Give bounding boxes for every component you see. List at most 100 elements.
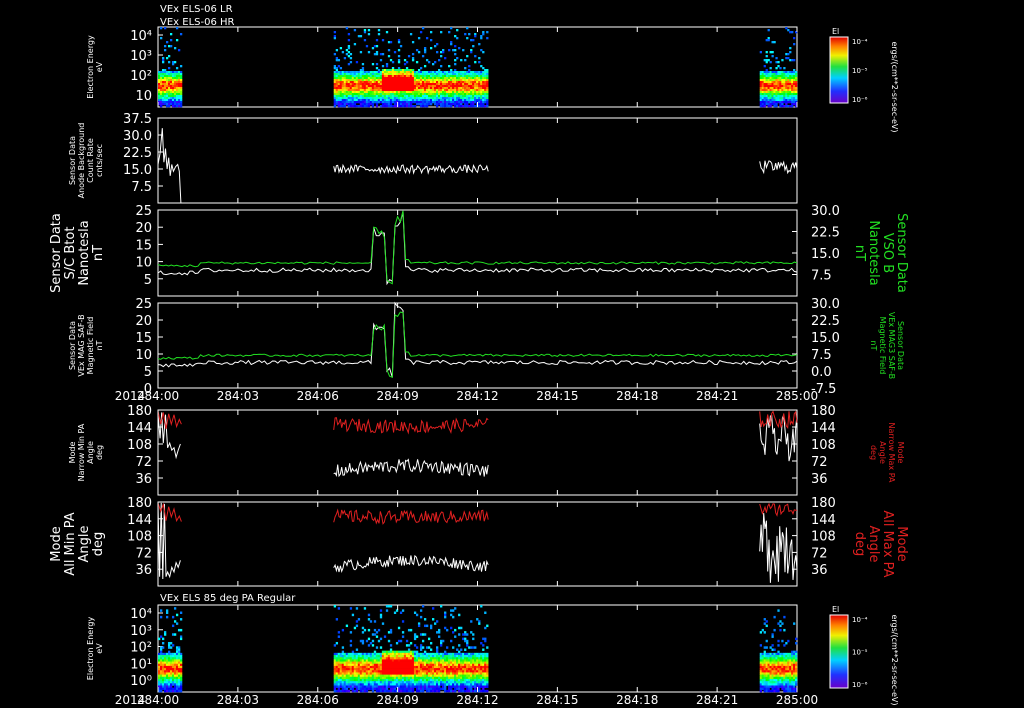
heatmap-cell <box>429 648 433 651</box>
heatmap-cell <box>777 687 780 691</box>
heatmap-cell <box>423 97 427 100</box>
heatmap-cell <box>349 659 353 662</box>
heatmap-cell <box>161 57 165 60</box>
y-tick-label: 25 <box>135 204 152 219</box>
heatmap-cell <box>333 674 337 678</box>
heatmap-cell <box>438 689 441 693</box>
heatmap-cell <box>397 670 401 673</box>
heatmap-cell <box>775 95 778 98</box>
heatmap-cell <box>165 83 169 86</box>
heatmap-cell <box>464 75 467 78</box>
heatmap-cell <box>759 663 762 667</box>
heatmap-cell <box>363 93 367 96</box>
heatmap-cell <box>363 81 367 84</box>
heatmap-cell <box>767 105 770 108</box>
heatmap-cell <box>171 103 175 106</box>
heatmap-cell <box>393 685 397 688</box>
heatmap-cell <box>442 670 445 673</box>
heatmap-cell <box>383 655 387 658</box>
heatmap-cell <box>361 683 365 686</box>
heatmap-cell <box>403 668 407 671</box>
heatmap-cell <box>399 670 403 673</box>
heatmap-cell <box>423 670 427 673</box>
heatmap-cell <box>779 99 782 102</box>
heatmap-cell <box>763 91 766 94</box>
heatmap-cell <box>470 683 473 686</box>
heatmap-cell <box>173 73 177 76</box>
heatmap-cell <box>389 85 393 88</box>
heatmap-cell <box>169 97 173 100</box>
heatmap-cell <box>464 655 467 658</box>
heatmap-cell <box>333 105 337 108</box>
heatmap-cell <box>775 685 778 688</box>
heatmap-cell <box>401 75 405 78</box>
heatmap-cell <box>411 97 415 100</box>
heatmap-cell <box>791 103 794 106</box>
heatmap-cell <box>775 73 778 76</box>
heatmap-cell <box>452 609 455 612</box>
heatmap-cell <box>442 661 445 665</box>
heatmap-cell <box>377 683 381 686</box>
heatmap-cell <box>355 668 359 671</box>
heatmap-cell <box>438 685 441 688</box>
heatmap-cell <box>765 81 768 84</box>
heatmap-cell <box>462 85 465 88</box>
heatmap-cell <box>345 678 349 682</box>
heatmap-cell <box>423 655 427 658</box>
heatmap-cell <box>343 681 347 684</box>
heatmap-cell <box>795 661 798 665</box>
heatmap-cell <box>431 618 435 621</box>
heatmap-cell <box>450 27 453 30</box>
heatmap-cell <box>169 689 173 693</box>
heatmap-cell <box>345 77 349 80</box>
y-axis-label: Narrow Min PA <box>77 423 86 481</box>
heatmap-cell <box>783 105 786 108</box>
heatmap-cell <box>371 73 375 76</box>
heatmap-cell <box>759 657 762 660</box>
heatmap-cell <box>387 81 391 84</box>
heatmap-cell <box>484 89 487 92</box>
heatmap-cell <box>353 655 357 658</box>
heatmap-cell <box>448 31 451 34</box>
heatmap-cell <box>436 631 439 634</box>
heatmap-cell <box>158 670 161 673</box>
heatmap-cell <box>781 674 784 678</box>
heatmap-cell <box>470 659 473 662</box>
heatmap-cell <box>365 89 369 92</box>
heatmap-cell <box>470 620 473 623</box>
heatmap-cell <box>765 51 768 54</box>
heatmap-cell <box>421 672 425 675</box>
heatmap-cell <box>335 618 339 621</box>
heatmap-cell <box>795 75 798 78</box>
heatmap-cell <box>771 99 774 102</box>
heatmap-cell <box>789 668 792 671</box>
heatmap-cell <box>413 683 417 686</box>
heatmap-cell <box>767 659 770 662</box>
heatmap-cell <box>476 674 479 678</box>
heatmap-cell <box>438 635 441 638</box>
heatmap-cell <box>369 91 373 94</box>
heatmap-cell <box>385 663 389 667</box>
heatmap-cell <box>357 674 361 678</box>
heatmap-cell <box>777 73 780 76</box>
heatmap-cell <box>787 91 790 94</box>
heatmap-cell <box>773 685 776 688</box>
heatmap-cell <box>468 676 471 680</box>
heatmap-cell <box>389 99 393 102</box>
heatmap-cell <box>387 83 391 86</box>
heatmap-cell <box>452 685 455 688</box>
heatmap-cell <box>468 89 471 92</box>
heatmap-cell <box>335 657 339 660</box>
heatmap-cell <box>409 628 413 632</box>
heatmap-cell <box>171 95 175 98</box>
heatmap-cell <box>173 659 177 662</box>
heatmap-cell <box>389 665 393 669</box>
heatmap-cell <box>165 87 169 90</box>
heatmap-cell <box>355 661 359 665</box>
heatmap-cell <box>484 678 487 682</box>
heatmap-cell <box>407 91 411 94</box>
heatmap-cell <box>427 89 431 92</box>
heatmap-cell <box>353 661 357 665</box>
heatmap-cell <box>335 641 339 645</box>
heatmap-cell <box>391 652 395 656</box>
